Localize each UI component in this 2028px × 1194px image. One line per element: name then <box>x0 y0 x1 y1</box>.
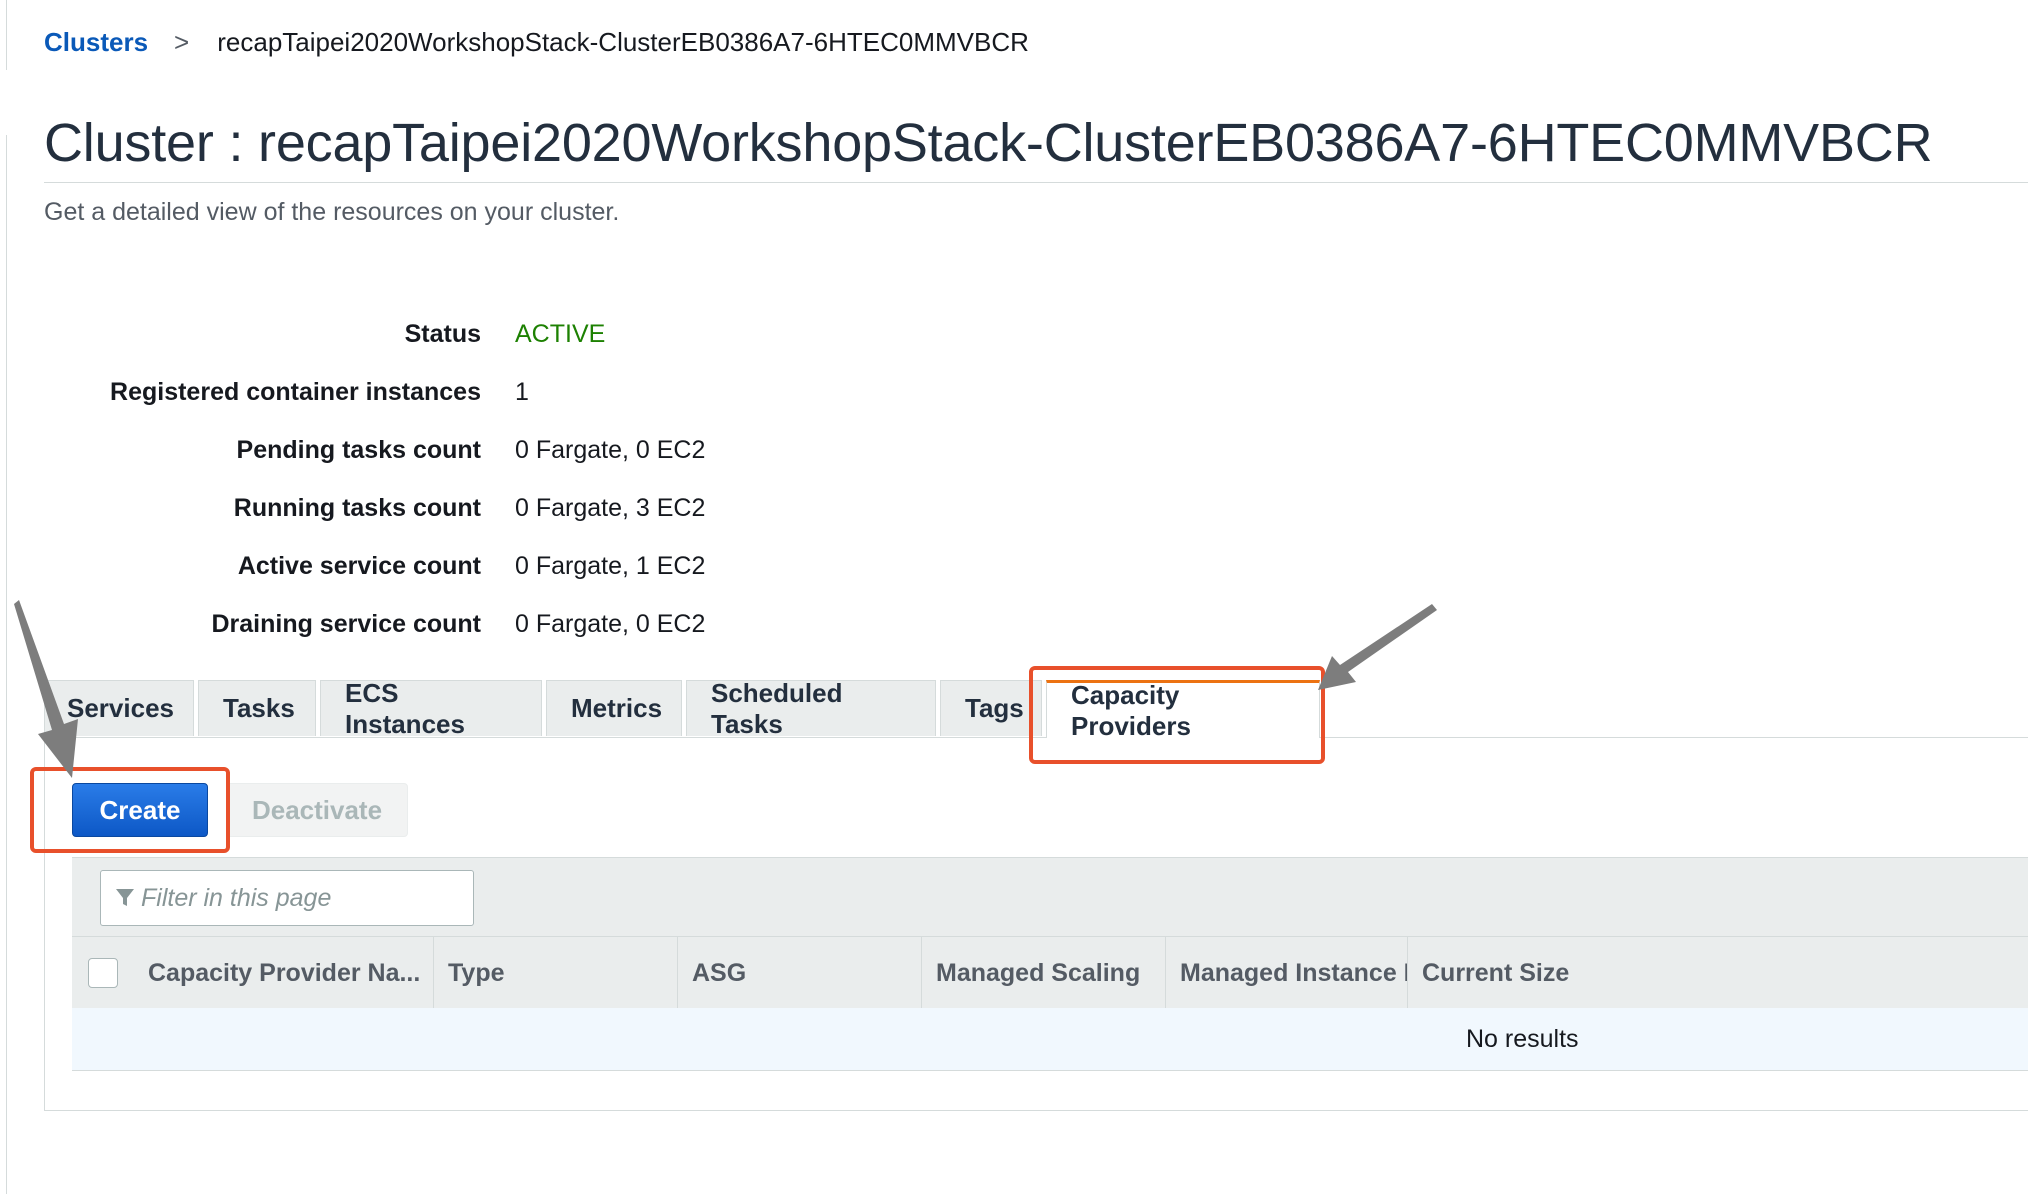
column-header-capacity-provider-name[interactable]: Capacity Provider Na... <box>134 937 434 1009</box>
breadcrumb-separator-icon: > <box>174 26 190 57</box>
column-header-asg[interactable]: ASG <box>678 937 922 1009</box>
annotation-arrow-icon <box>1318 604 1437 690</box>
detail-value: 0 Fargate, 0 EC2 <box>515 435 706 464</box>
detail-label: Running tasks count <box>233 493 481 522</box>
column-header-type[interactable]: Type <box>434 937 678 1009</box>
detail-label: Registered container instances <box>110 377 481 406</box>
filter-box[interactable] <box>100 870 474 926</box>
table-row: No results <box>72 1008 2028 1071</box>
page-left-border <box>6 0 7 70</box>
detail-value: 0 Fargate, 1 EC2 <box>515 551 706 580</box>
create-highlight-box <box>30 767 230 853</box>
detail-value: 1 <box>515 377 529 406</box>
breadcrumb-current: recapTaipei2020WorkshopStack-ClusterEB03… <box>217 26 1029 57</box>
filter-input[interactable] <box>139 882 473 914</box>
table-header: Capacity Provider Na... Type ASG Managed… <box>72 936 2028 1009</box>
tab-scheduled-tasks[interactable]: Scheduled Tasks <box>686 678 936 739</box>
detail-label: Active service count <box>237 551 481 580</box>
column-header-managed-scaling[interactable]: Managed Scaling <box>922 937 1166 1009</box>
page-subtitle: Get a detailed view of the resources on … <box>44 198 620 226</box>
deactivate-button: Deactivate <box>226 783 408 837</box>
breadcrumb-clusters-link[interactable]: Clusters <box>44 27 148 58</box>
tab-ecs-instances[interactable]: ECS Instances <box>320 678 542 739</box>
tab-tags[interactable]: Tags <box>940 680 1042 736</box>
title-divider <box>44 182 2028 183</box>
select-all-checkbox[interactable] <box>88 958 118 988</box>
detail-value: 0 Fargate, 3 EC2 <box>515 493 706 522</box>
select-all-cell <box>72 937 134 1009</box>
tab-metrics[interactable]: Metrics <box>546 680 682 736</box>
status-value: ACTIVE <box>515 319 606 348</box>
tab-tasks[interactable]: Tasks <box>198 680 316 736</box>
column-header-managed-instance-protection[interactable]: Managed Instance P... <box>1166 937 1408 1009</box>
column-header-current-size[interactable]: Current Size <box>1408 937 1628 1009</box>
page-title: Cluster : recapTaipei2020WorkshopStack-C… <box>44 113 1933 173</box>
filter-icon <box>116 889 134 906</box>
detail-label: Status <box>404 319 481 348</box>
detail-value: 0 Fargate, 0 EC2 <box>515 609 706 638</box>
no-results-text: No results <box>1466 1024 1579 1053</box>
tab-services[interactable]: Services <box>44 680 194 736</box>
capacity-providers-highlight-box <box>1029 666 1325 764</box>
breadcrumb: Clusters > recapTaipei2020WorkshopStack-… <box>44 22 1029 62</box>
detail-label: Pending tasks count <box>236 435 481 464</box>
detail-label: Draining service count <box>211 609 481 638</box>
page-left-border <box>6 135 7 1194</box>
capacity-providers-table: Capacity Provider Na... Type ASG Managed… <box>72 857 2028 1071</box>
